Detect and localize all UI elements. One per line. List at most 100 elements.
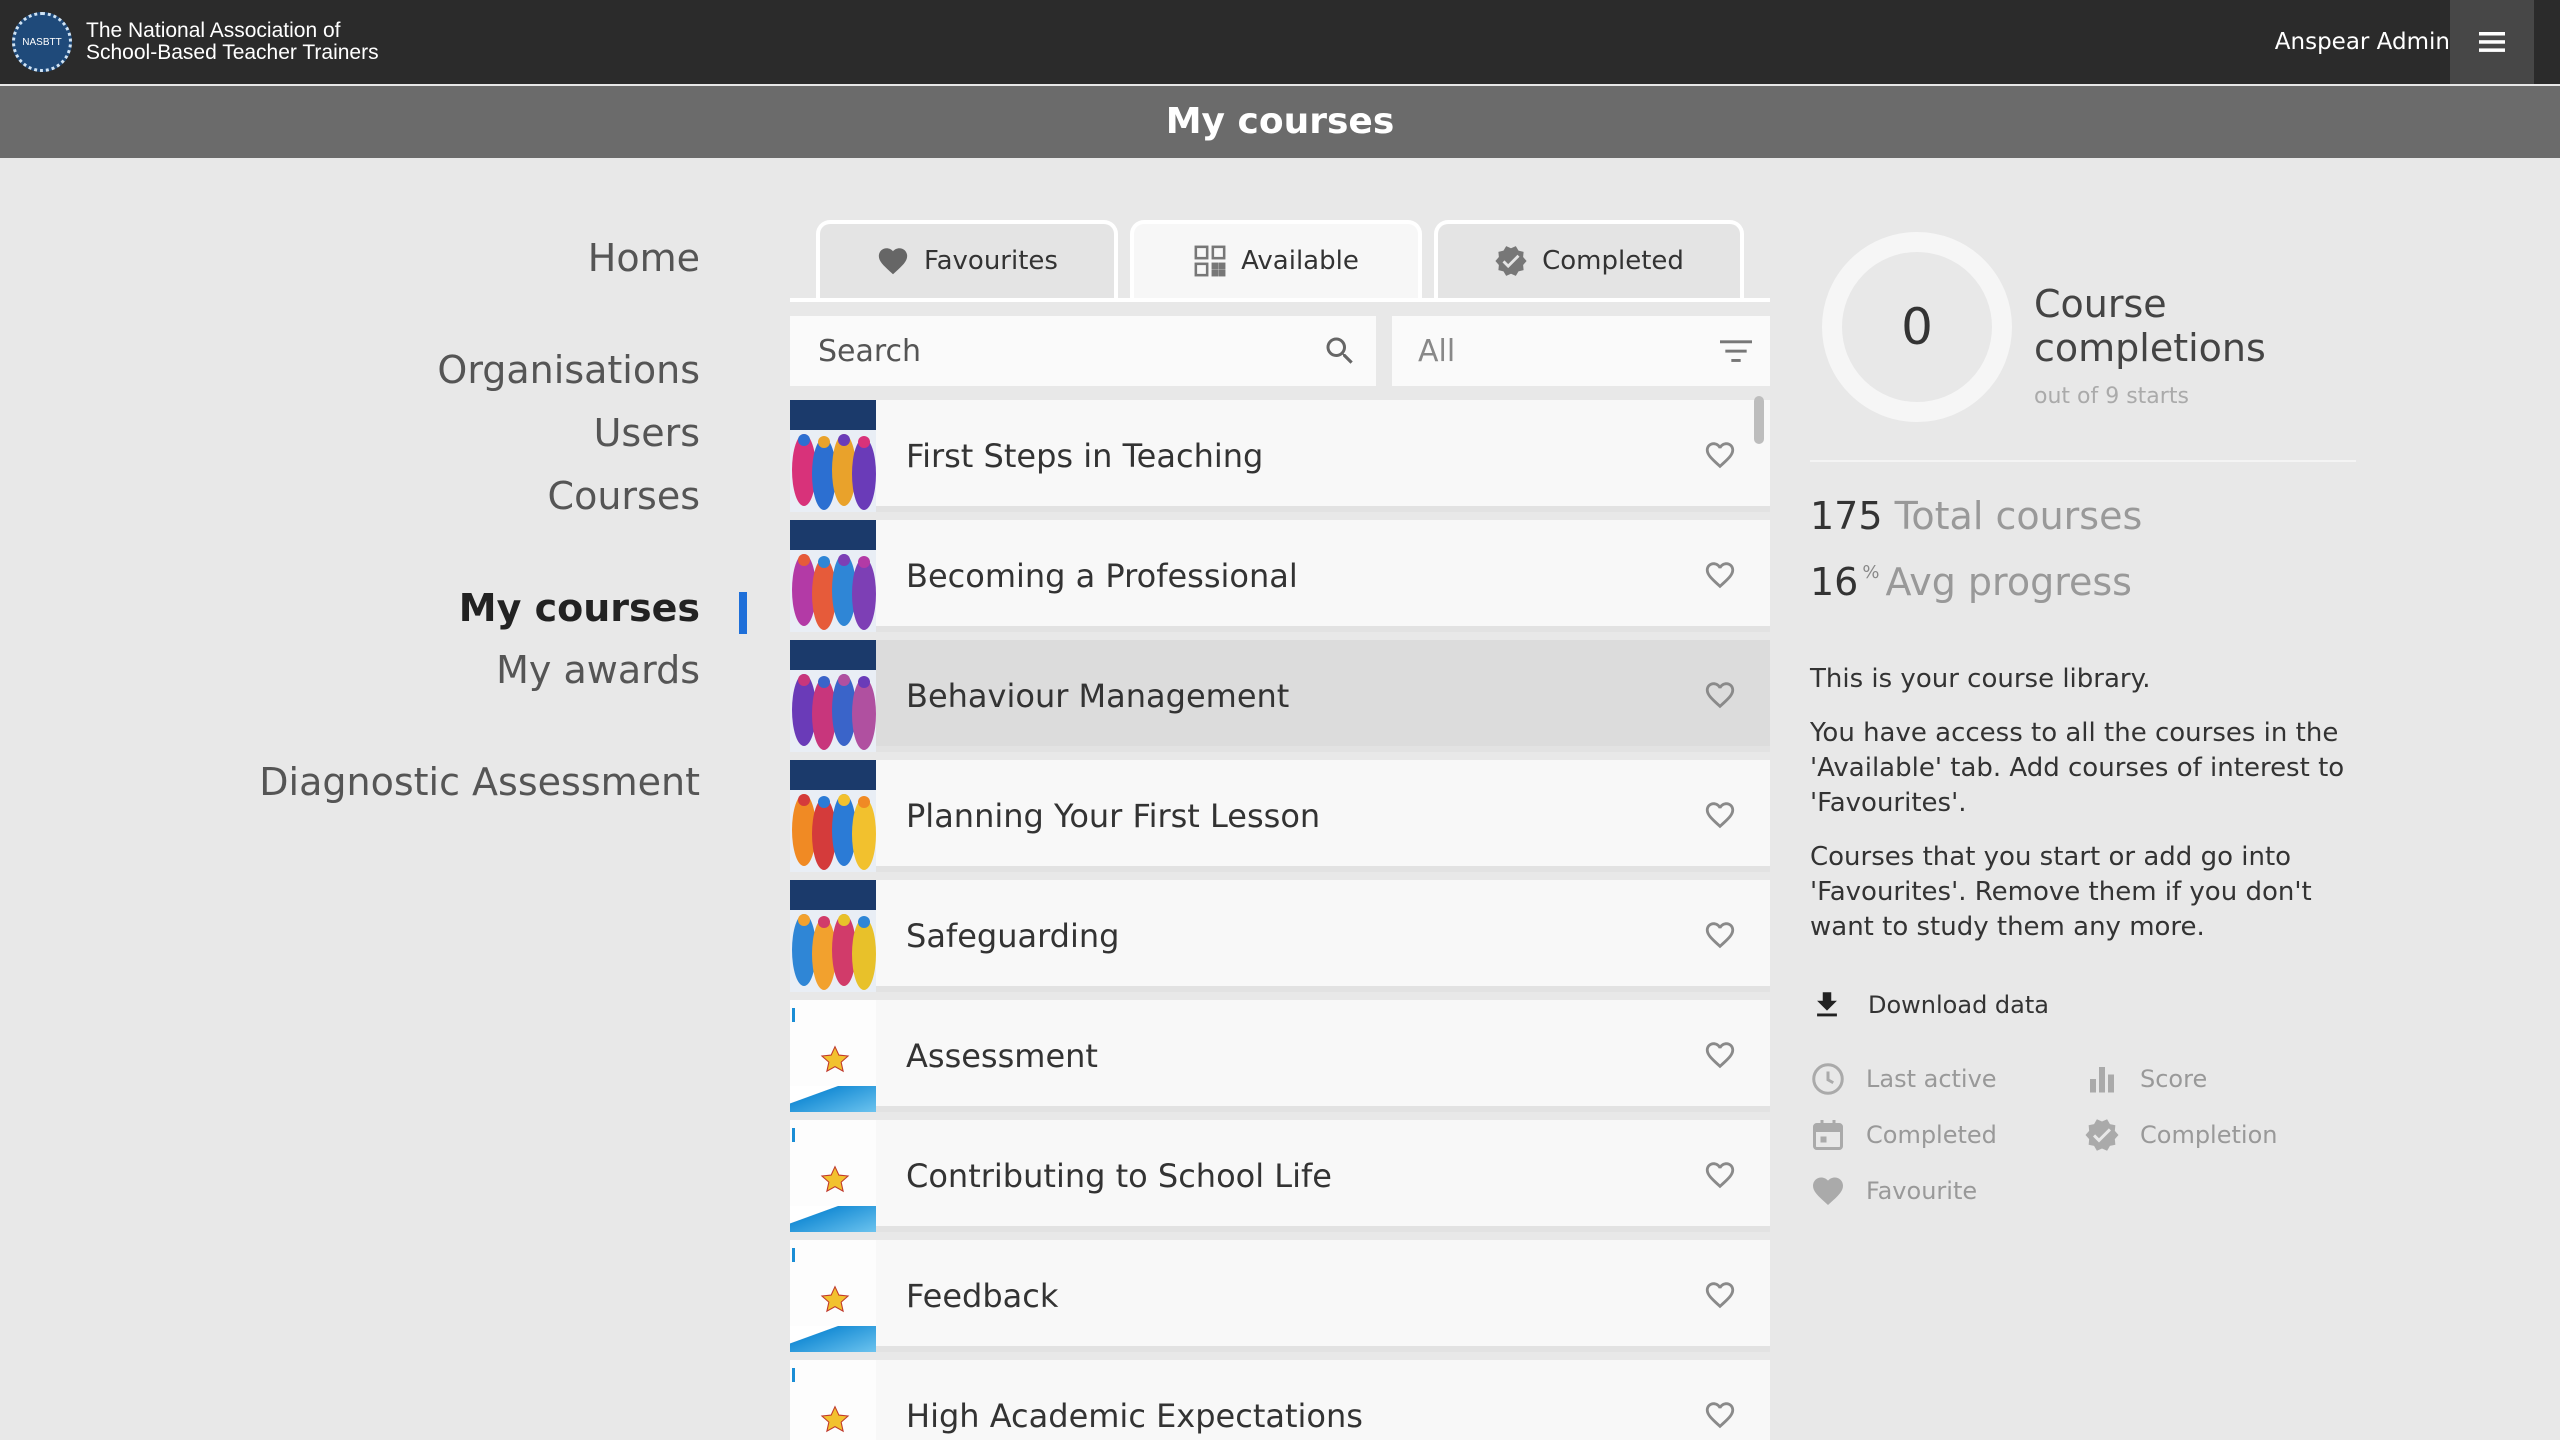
download-data-button[interactable]: Download data	[1810, 988, 2049, 1022]
course-thumbnail	[790, 880, 876, 992]
course-thumbnail	[790, 640, 876, 752]
org-line-2: School-Based Teacher Trainers	[86, 41, 379, 64]
heart-icon	[878, 248, 908, 275]
tab-favourites[interactable]: Favourites	[816, 220, 1118, 298]
active-nav-indicator	[739, 592, 747, 634]
course-title: Planning Your First Lesson	[906, 797, 1321, 835]
nav-home[interactable]: Home	[588, 236, 700, 280]
course-thumbnail	[790, 520, 876, 632]
nav-courses[interactable]: Courses	[548, 474, 700, 518]
course-title: Contributing to School Life	[906, 1157, 1332, 1195]
info-paragraph-1: This is your course library.	[1810, 664, 2151, 694]
favourite-heart-icon[interactable]	[1702, 1278, 1738, 1312]
course-title: High Academic Expectations	[906, 1397, 1363, 1435]
tabs-underline	[790, 298, 1770, 302]
course-thumbnail	[790, 400, 876, 512]
avg-progress-label: Avg progress	[1885, 560, 2132, 604]
nav-my-courses[interactable]: My courses	[459, 586, 700, 630]
search-input[interactable]: Search	[790, 316, 1376, 386]
favourite-heart-icon[interactable]	[1702, 558, 1738, 592]
course-thumbnail	[790, 1240, 876, 1352]
completions-label-line1: Course	[2034, 282, 2167, 326]
clock-icon	[1812, 1063, 1844, 1095]
filter-value: All	[1418, 333, 1456, 369]
avg-progress-stat: 16% Avg progress	[1810, 560, 2132, 604]
search-placeholder: Search	[818, 333, 922, 369]
course-title: Safeguarding	[906, 917, 1120, 955]
legend-completed: Completed	[1810, 1117, 1997, 1153]
favourite-heart-icon[interactable]	[1702, 918, 1738, 952]
page-title: My courses	[0, 86, 2560, 158]
favourite-heart-icon[interactable]	[1702, 1398, 1738, 1432]
favourite-heart-icon[interactable]	[1702, 798, 1738, 832]
tab-favourites-label: Favourites	[924, 246, 1058, 276]
user-name[interactable]: Anspear Admin	[2275, 0, 2450, 84]
legend-favourite: Favourite	[1810, 1173, 1977, 1209]
total-courses-stat: 175 Total courses	[1810, 494, 2142, 538]
menu-button[interactable]	[2450, 0, 2534, 84]
info-paragraph-3: Courses that you start or add go into 'F…	[1810, 842, 2312, 942]
legend-completed-label: Completed	[1866, 1121, 1997, 1149]
list-scrollbar[interactable]	[1754, 396, 1764, 444]
course-row[interactable]: Assessment	[790, 1000, 1770, 1112]
filter-icon	[1720, 340, 1752, 362]
completions-subtitle: out of 9 starts	[2034, 384, 2189, 409]
calendar-icon	[1813, 1120, 1843, 1150]
course-row[interactable]: Becoming a Professional	[790, 520, 1770, 632]
course-thumbnail	[790, 1120, 876, 1232]
legend-score-label: Score	[2140, 1065, 2208, 1093]
legend-last-active-label: Last active	[1866, 1065, 1997, 1093]
top-bar: NASBTT The National Association of Schoo…	[0, 0, 2560, 84]
favourite-heart-icon[interactable]	[1702, 1158, 1738, 1192]
total-courses-value: 175	[1810, 494, 1883, 538]
nav-my-awards[interactable]: My awards	[496, 648, 700, 692]
completions-label-line2: completions	[2034, 326, 2266, 370]
nav-users[interactable]: Users	[594, 411, 700, 455]
legend-completion: Completion	[2084, 1117, 2277, 1153]
completions-label: Course completions	[2034, 282, 2266, 370]
nasbtt-logo[interactable]: NASBTT	[12, 12, 72, 72]
download-data-label: Download data	[1868, 991, 2049, 1019]
logo-text: NASBTT	[22, 36, 62, 48]
favourite-heart-icon[interactable]	[1702, 1038, 1738, 1072]
search-icon[interactable]	[1322, 333, 1358, 369]
total-courses-label: Total courses	[1894, 494, 2143, 538]
nav-organisations[interactable]: Organisations	[437, 348, 700, 392]
course-thumbnail	[790, 1360, 876, 1440]
verified-badge-icon	[2085, 1119, 2119, 1151]
bar-chart-icon	[2090, 1067, 2114, 1093]
heart-icon	[1813, 1177, 1843, 1206]
completions-ring: 0	[1822, 232, 2012, 422]
download-icon	[1817, 992, 1837, 1017]
favourite-heart-icon[interactable]	[1702, 438, 1738, 472]
verified-badge-icon	[1495, 246, 1527, 276]
panel-divider	[1810, 460, 2356, 462]
course-row[interactable]: Planning Your First Lesson	[790, 760, 1770, 872]
course-thumbnail	[790, 760, 876, 872]
tab-completed-label: Completed	[1542, 246, 1684, 276]
completions-count: 0	[1901, 298, 1933, 356]
course-row[interactable]: First Steps in Teaching	[790, 400, 1770, 512]
course-title: Becoming a Professional	[906, 557, 1298, 595]
nav-diagnostic-assessment[interactable]: Diagnostic Assessment	[259, 760, 700, 804]
course-thumbnail	[790, 1000, 876, 1112]
legend-score: Score	[2084, 1061, 2207, 1097]
legend-last-active: Last active	[1810, 1061, 1997, 1097]
course-title: Feedback	[906, 1277, 1059, 1315]
org-line-1: The National Association of	[86, 19, 341, 42]
organisation-name: The National Association of School-Based…	[86, 20, 379, 64]
favourite-heart-icon[interactable]	[1702, 678, 1738, 712]
course-row[interactable]: High Academic Expectations	[790, 1360, 1770, 1440]
course-title: Assessment	[906, 1037, 1098, 1075]
course-row[interactable]: Contributing to School Life	[790, 1120, 1770, 1232]
course-row[interactable]: Feedback	[790, 1240, 1770, 1352]
tab-available[interactable]: Available	[1130, 220, 1422, 298]
course-row[interactable]: Behaviour Management	[790, 640, 1770, 752]
filter-select[interactable]: All	[1392, 316, 1770, 386]
legend-completion-label: Completion	[2140, 1121, 2278, 1149]
tab-completed[interactable]: Completed	[1434, 220, 1744, 298]
course-row[interactable]: Safeguarding	[790, 880, 1770, 992]
course-list: First Steps in Teaching Becoming a Profes…	[790, 400, 1770, 1440]
course-title: First Steps in Teaching	[906, 437, 1264, 475]
course-title: Behaviour Management	[906, 677, 1290, 715]
